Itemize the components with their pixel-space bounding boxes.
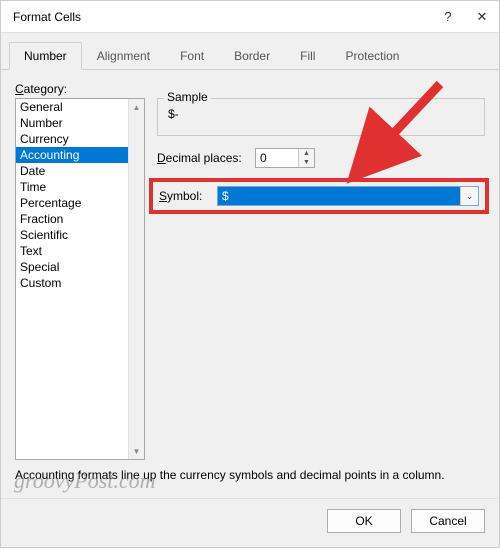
scroll-down-icon[interactable]: ▼	[129, 443, 144, 459]
tab-protection[interactable]: Protection	[330, 42, 414, 70]
decimal-label: Decimal places:	[157, 151, 249, 165]
ok-button[interactable]: OK	[327, 509, 401, 533]
category-listbox[interactable]: GeneralNumberCurrencyAccountingDateTimeP…	[15, 98, 145, 460]
decimal-row: Decimal places: ▲ ▼	[157, 148, 485, 168]
category-item-fraction[interactable]: Fraction	[16, 211, 128, 227]
tab-alignment[interactable]: Alignment	[82, 42, 165, 70]
symbol-combo[interactable]: $ ⌄	[217, 186, 479, 206]
category-item-date[interactable]: Date	[16, 163, 128, 179]
category-item-number[interactable]: Number	[16, 115, 128, 131]
tab-font[interactable]: Font	[165, 42, 219, 70]
format-description: Accounting formats line up the currency …	[15, 468, 485, 488]
category-item-special[interactable]: Special	[16, 259, 128, 275]
sample-value: $-	[166, 103, 478, 125]
category-label: Category:	[15, 82, 145, 96]
category-item-time[interactable]: Time	[16, 179, 128, 195]
category-item-currency[interactable]: Currency	[16, 131, 128, 147]
decimal-input[interactable]	[256, 149, 298, 167]
window-title: Format Cells	[13, 10, 431, 24]
chevron-down-icon[interactable]: ⌄	[460, 187, 478, 205]
tab-fill[interactable]: Fill	[285, 42, 330, 70]
dialog-body: Category: GeneralNumberCurrencyAccountin…	[1, 70, 499, 498]
category-item-accounting[interactable]: Accounting	[16, 147, 128, 163]
options-panel: Sample $- Decimal places: ▲ ▼	[157, 82, 485, 460]
tab-border[interactable]: Border	[219, 42, 285, 70]
category-item-text[interactable]: Text	[16, 243, 128, 259]
symbol-value[interactable]: $	[218, 187, 460, 205]
scroll-up-icon[interactable]: ▲	[129, 99, 144, 115]
close-button[interactable]: ✕	[465, 1, 499, 33]
tab-bar: NumberAlignmentFontBorderFillProtection	[1, 33, 499, 70]
category-panel: Category: GeneralNumberCurrencyAccountin…	[15, 82, 145, 460]
main-area: Category: GeneralNumberCurrencyAccountin…	[15, 82, 485, 460]
symbol-highlight: Symbol: $ ⌄	[149, 178, 489, 214]
decimal-spinner[interactable]: ▲ ▼	[255, 148, 315, 168]
cancel-button[interactable]: Cancel	[411, 509, 485, 533]
tab-number[interactable]: Number	[9, 42, 82, 70]
category-item-percentage[interactable]: Percentage	[16, 195, 128, 211]
symbol-label: Symbol:	[159, 189, 211, 203]
sample-box: Sample $-	[157, 98, 485, 136]
titlebar: Format Cells ? ✕	[1, 1, 499, 33]
footer: OK Cancel	[1, 498, 499, 547]
scrollbar[interactable]: ▲ ▼	[128, 99, 144, 459]
category-item-general[interactable]: General	[16, 99, 128, 115]
format-cells-dialog: Format Cells ? ✕ NumberAlignmentFontBord…	[0, 0, 500, 548]
category-item-custom[interactable]: Custom	[16, 275, 128, 291]
spin-down-icon[interactable]: ▼	[299, 158, 314, 167]
spin-up-icon[interactable]: ▲	[299, 149, 314, 158]
scroll-track[interactable]	[129, 115, 144, 443]
sample-label: Sample	[164, 90, 211, 104]
category-item-scientific[interactable]: Scientific	[16, 227, 128, 243]
help-button[interactable]: ?	[431, 1, 465, 33]
